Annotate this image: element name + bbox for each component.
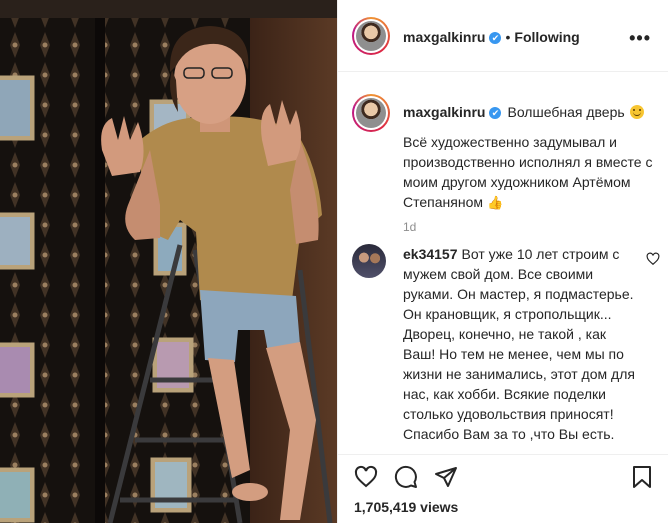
verified-badge-icon: ✔ [489, 32, 502, 44]
author-avatar[interactable] [352, 17, 390, 55]
post-panel: maxgalkinru ✔ • Following ••• maxgalkinru ✔ В… [337, 0, 668, 523]
like-comment-heart-icon[interactable] [646, 252, 660, 266]
caption-body: Всё художественно задумывал и производст… [403, 132, 661, 213]
caption-username[interactable]: maxgalkinru [403, 104, 485, 120]
author-username[interactable]: maxgalkinru [403, 29, 485, 45]
thumbs-up-emoji-icon: 👍 [486, 195, 504, 210]
video-frame [0, 0, 337, 523]
caption-header: maxgalkinru ✔ Волшебная дверь [403, 104, 644, 120]
following-button[interactable]: Following [514, 29, 579, 45]
separator-dot: • [505, 29, 511, 45]
post-video[interactable] [0, 0, 337, 523]
comments-list[interactable]: maxgalkinru ✔ Волшебная дверь Всё художест… [338, 73, 668, 454]
caption-body-text: Всё художественно задумывал и производст… [403, 134, 653, 210]
bookmark-icon[interactable] [630, 465, 654, 489]
view-count[interactable]: 1,705,419 views [354, 499, 458, 515]
more-options-icon[interactable]: ••• [629, 28, 651, 49]
comment-text: Вот уже 10 лет строим с мужем свой дом. … [403, 246, 635, 442]
heart-icon[interactable] [354, 465, 378, 489]
caption-avatar[interactable] [352, 94, 390, 132]
caption-title: Волшебная дверь [507, 104, 625, 120]
comment-icon[interactable] [394, 465, 418, 489]
share-icon[interactable] [434, 465, 458, 489]
comment-body: ek34157 Вот уже 10 лет строим с мужем сво… [403, 244, 635, 444]
post-timestamp[interactable]: 1d [403, 220, 416, 234]
post-header: maxgalkinru ✔ • Following ••• [338, 0, 668, 72]
verified-badge-icon: ✔ [489, 107, 502, 119]
commenter-avatar[interactable] [352, 244, 386, 278]
author-line: maxgalkinru ✔ • Following [403, 29, 580, 45]
action-bar: 1,705,419 views [338, 454, 668, 523]
commenter-username[interactable]: ek34157 [403, 246, 458, 262]
smiling-face-emoji-icon [629, 105, 644, 119]
